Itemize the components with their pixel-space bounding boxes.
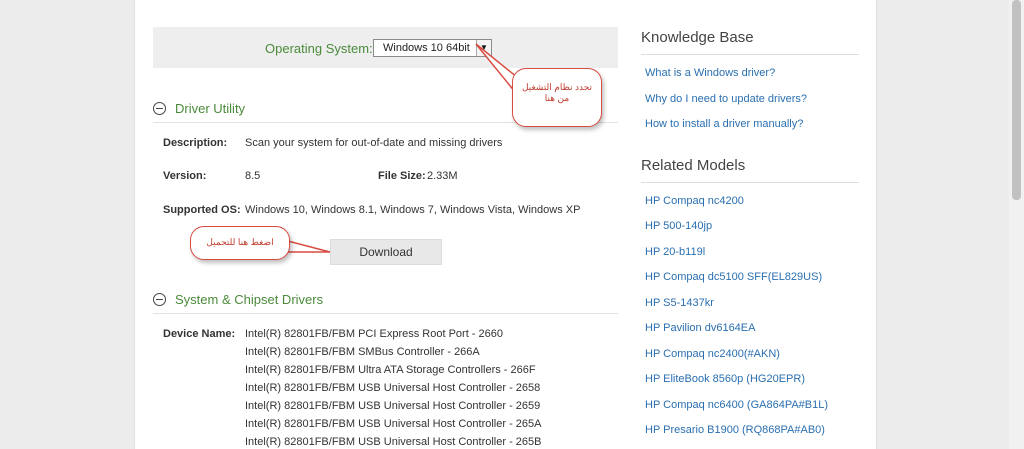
sidebar-divider: [641, 182, 859, 183]
download-callout-text: اضغط هنا للتحميل: [206, 237, 274, 247]
vertical-scrollbar[interactable]: [1009, 0, 1024, 449]
scrollbar-thumb[interactable]: [1012, 0, 1021, 200]
chipset-drivers-header[interactable]: System & Chipset Drivers: [153, 292, 323, 307]
device-name-label: Device Name:: [163, 328, 236, 340]
download-button-label: Download: [359, 245, 413, 259]
os-callout: تحدد نظام التشغيل من هنا: [512, 68, 602, 127]
driver-utility-header[interactable]: Driver Utility: [153, 101, 245, 116]
related-models-title: Related Models: [641, 157, 746, 174]
collapse-icon[interactable]: [153, 293, 166, 306]
download-button[interactable]: Download: [330, 239, 442, 265]
device-item: Intel(R) 82801FB/FBM USB Universal Host …: [245, 400, 541, 412]
download-callout: اضغط هنا للتحميل: [190, 226, 290, 260]
os-select-value: Windows 10 64bit: [383, 42, 470, 54]
related-model-link[interactable]: HP Compaq nc6400 (GA864PA#B1L): [645, 399, 828, 411]
supported-os-label: Supported OS:: [163, 204, 241, 216]
kb-link[interactable]: What is a Windows driver?: [645, 67, 775, 79]
os-select-dropdown[interactable]: Windows 10 64bit ▼: [373, 39, 492, 57]
device-item: Intel(R) 82801FB/FBM SMBus Controller - …: [245, 346, 480, 358]
related-model-link[interactable]: HP Presario B1900 (RQ868PA#AB0): [645, 424, 825, 436]
sidebar-divider: [641, 54, 859, 55]
device-item: Intel(R) 82801FB/FBM PCI Express Root Po…: [245, 328, 503, 340]
version-value: 8.5: [245, 170, 261, 182]
section-divider: [153, 313, 618, 314]
related-model-link[interactable]: HP EliteBook 8560p (HG20EPR): [645, 373, 805, 385]
description-label: Description:: [163, 137, 228, 149]
driver-utility-title: Driver Utility: [175, 101, 246, 116]
related-model-link[interactable]: HP Compaq nc2400(#AKN): [645, 348, 780, 360]
page-gutter-left: [0, 0, 134, 449]
dropdown-arrow-icon[interactable]: ▼: [476, 40, 491, 56]
device-item: Intel(R) 82801FB/FBM USB Universal Host …: [245, 436, 542, 448]
os-callout-text: من هنا: [544, 93, 570, 103]
os-callout-text: تحدد نظام التشغيل: [521, 82, 593, 92]
filesize-value: 2.33M: [427, 170, 458, 182]
device-item: Intel(R) 82801FB/FBM Ultra ATA Storage C…: [245, 364, 536, 376]
filesize-label: File Size:: [378, 170, 426, 182]
related-model-link[interactable]: HP 500-140jp: [645, 220, 712, 232]
related-model-link[interactable]: HP S5-1437kr: [645, 297, 714, 309]
version-label: Version:: [163, 170, 207, 182]
collapse-icon[interactable]: [153, 102, 166, 115]
os-selector-label: Operating System:: [265, 41, 373, 56]
related-model-link[interactable]: HP Pavilion dv6164EA: [645, 322, 755, 334]
page-gutter-right: [877, 0, 1009, 449]
description-value: Scan your system for out-of-date and mis…: [245, 137, 503, 149]
supported-os-value: Windows 10, Windows 8.1, Windows 7, Wind…: [245, 204, 581, 216]
kb-link[interactable]: How to install a driver manually?: [645, 118, 803, 130]
related-model-link[interactable]: HP 20-b119l: [645, 246, 705, 258]
related-model-link[interactable]: HP Compaq dc5100 SFF(EL829US): [645, 271, 822, 283]
related-model-link[interactable]: HP Compaq nc4200: [645, 195, 744, 207]
device-item: Intel(R) 82801FB/FBM USB Universal Host …: [245, 382, 541, 394]
chipset-drivers-title: System & Chipset Drivers: [175, 292, 324, 307]
device-item: Intel(R) 82801FB/FBM USB Universal Host …: [245, 418, 542, 430]
knowledge-base-title: Knowledge Base: [641, 29, 754, 46]
kb-link[interactable]: Why do I need to update drivers?: [645, 93, 807, 105]
